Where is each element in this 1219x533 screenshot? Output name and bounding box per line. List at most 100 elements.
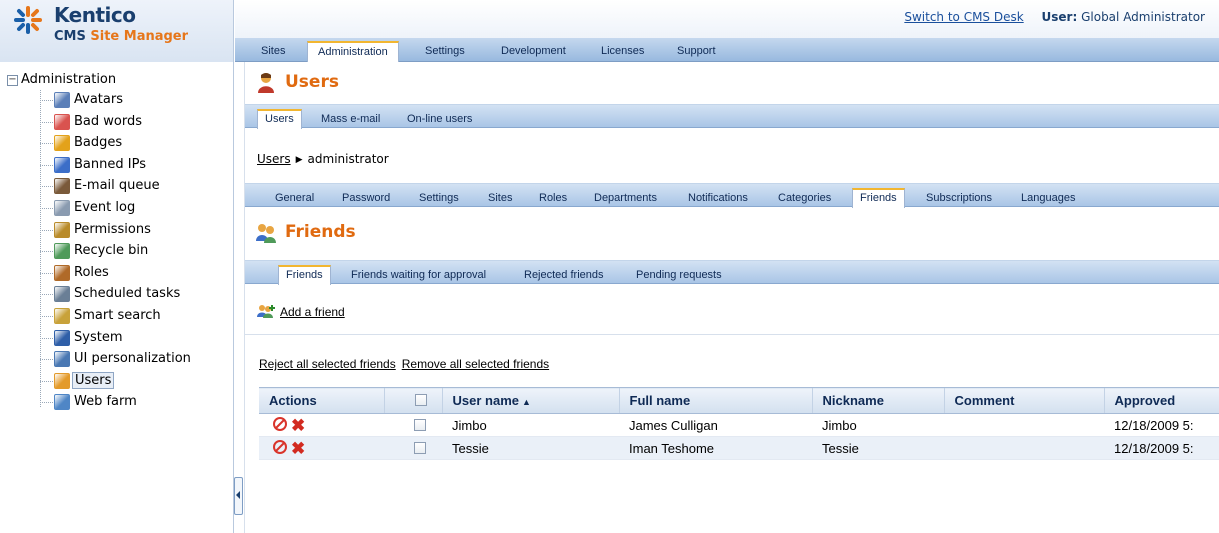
column-actions: Actions — [259, 387, 384, 414]
tree-item-label: Scheduled tasks — [74, 286, 181, 302]
reject-all-selected-link[interactable]: Reject all selected friends — [259, 357, 396, 371]
brand-sub-prefix: CMS — [54, 29, 86, 44]
column-comment[interactable]: Comment — [943, 387, 1104, 414]
add-friend-action: Add a friend — [257, 304, 345, 319]
tab-notifications[interactable]: Notifications — [688, 188, 748, 208]
divider — [245, 334, 1219, 335]
tree-item-label: Permissions — [74, 221, 151, 237]
column-nickname[interactable]: Nickname — [811, 387, 944, 414]
pane-collapse-handle[interactable] — [234, 477, 243, 515]
tab-licenses[interactable]: Licenses — [591, 41, 654, 62]
tab-sites[interactable]: Sites — [251, 41, 295, 62]
breadcrumb-current: administrator — [307, 152, 389, 166]
tab-administration[interactable]: Administration — [307, 41, 399, 62]
tree-connector — [40, 316, 53, 317]
users-icon — [54, 372, 70, 389]
tab-friends-waiting[interactable]: Friends waiting for approval — [351, 265, 486, 285]
user-bar: Switch to CMS Desk User: Global Administ… — [904, 10, 1205, 24]
brand-sub-highlight: Site Manager — [90, 29, 189, 44]
smart-search-icon — [54, 308, 70, 324]
table-row: ✖ Jimbo James Culligan Jimbo 12/18/2009 … — [259, 413, 1219, 437]
cell-comment — [944, 413, 1104, 437]
tree-connector — [40, 121, 53, 123]
tree-item-label: Roles — [74, 264, 109, 280]
column-full-name[interactable]: Full name — [618, 387, 812, 414]
top-strip: Switch to CMS Desk User: Global Administ… — [235, 0, 1219, 38]
edit-tabs: General Password Settings Sites Roles De… — [245, 183, 1219, 208]
brand-name: Kentico — [54, 3, 136, 27]
tree-connector — [40, 164, 53, 166]
cell-nickname: Jimbo — [812, 413, 944, 437]
collapse-toggle-icon[interactable]: − — [7, 75, 18, 86]
tab-users[interactable]: Users — [257, 109, 302, 129]
tab-online-users[interactable]: On-line users — [407, 109, 472, 129]
users-icon — [258, 73, 274, 93]
cell-approved: 12/18/2009 5: — [1104, 413, 1219, 437]
tree-connector — [40, 208, 53, 209]
tab-subscriptions[interactable]: Subscriptions — [926, 188, 992, 208]
sort-ascending-icon: ▲ — [521, 397, 531, 407]
reject-icon[interactable] — [273, 440, 287, 454]
remove-icon[interactable]: ✖ — [291, 440, 305, 457]
grid-header-row: Actions User name ▲ Full name Nickname Co… — [259, 387, 1219, 414]
user-label: User: — [1041, 10, 1078, 24]
section-title-row: Friends — [245, 212, 1219, 254]
row-select — [384, 436, 442, 460]
breadcrumb-users-link[interactable]: Users — [257, 152, 291, 166]
friends-icon — [256, 224, 276, 243]
section-title: Friends — [285, 222, 356, 242]
switch-to-cms-desk-link[interactable]: Switch to CMS Desk — [904, 10, 1023, 24]
tab-departments[interactable]: Departments — [594, 188, 657, 208]
tree-connector — [40, 229, 53, 231]
remove-all-selected-link[interactable]: Remove all selected friends — [402, 357, 549, 371]
tab-languages[interactable]: Languages — [1021, 188, 1075, 208]
tab-general[interactable]: General — [275, 188, 314, 208]
tree-root[interactable]: − Administration — [7, 72, 116, 87]
badges-icon — [54, 135, 70, 152]
tab-categories[interactable]: Categories — [778, 188, 831, 208]
tree-connector — [40, 186, 53, 188]
row-actions: ✖ — [259, 436, 384, 460]
brand-subtitle: CMS Site Manager — [54, 29, 188, 44]
banned-ips-icon — [54, 156, 70, 173]
logo-area[interactable]: Kentico CMS Site Manager — [0, 0, 234, 62]
tree-item-label: System — [74, 329, 123, 345]
add-friend-link[interactable]: Add a friend — [280, 305, 345, 319]
email-queue-icon — [54, 178, 70, 195]
permissions-icon — [54, 221, 70, 238]
roles-icon — [54, 264, 70, 281]
tab-friends[interactable]: Friends — [852, 188, 905, 208]
reject-icon[interactable] — [273, 417, 287, 431]
breadcrumb: Users ▶ administrator — [257, 152, 389, 166]
row-actions: ✖ — [259, 413, 384, 437]
row-checkbox[interactable] — [414, 441, 426, 454]
kentico-logo-icon — [14, 6, 42, 34]
tab-friends-list[interactable]: Friends — [278, 265, 331, 285]
cell-fullname: Iman Teshome — [619, 436, 812, 460]
tab-settings[interactable]: Settings — [415, 41, 475, 62]
event-log-icon — [54, 200, 70, 216]
tab-mass-email[interactable]: Mass e-mail — [321, 109, 380, 129]
column-user-name[interactable]: User name ▲ — [441, 387, 619, 414]
cell-fullname: James Culligan — [619, 413, 812, 437]
remove-icon[interactable]: ✖ — [291, 417, 305, 434]
tab-support[interactable]: Support — [667, 41, 726, 62]
column-approved[interactable]: Approved — [1103, 387, 1219, 414]
main-content: Users Users Mass e-mail On-line users Us… — [244, 62, 1219, 533]
tab-roles[interactable]: Roles — [539, 188, 567, 208]
cell-approved: 12/18/2009 5: — [1104, 436, 1219, 460]
tab-password[interactable]: Password — [342, 188, 390, 208]
tab-pending-requests[interactable]: Pending requests — [636, 265, 722, 285]
tab-settings-user[interactable]: Settings — [419, 188, 459, 208]
select-all-checkbox[interactable] — [414, 394, 427, 406]
web-farm-icon — [54, 394, 70, 411]
recycle-bin-icon — [54, 243, 70, 260]
row-checkbox[interactable] — [414, 418, 426, 431]
tree-item-label: Banned IPs — [74, 156, 146, 172]
tree-connector — [40, 100, 53, 101]
tab-development[interactable]: Development — [491, 41, 576, 62]
tab-rejected-friends[interactable]: Rejected friends — [524, 265, 604, 285]
tree-item-label: Smart search — [74, 308, 161, 323]
tab-sites-user[interactable]: Sites — [488, 188, 512, 208]
tree-connector — [40, 359, 53, 361]
